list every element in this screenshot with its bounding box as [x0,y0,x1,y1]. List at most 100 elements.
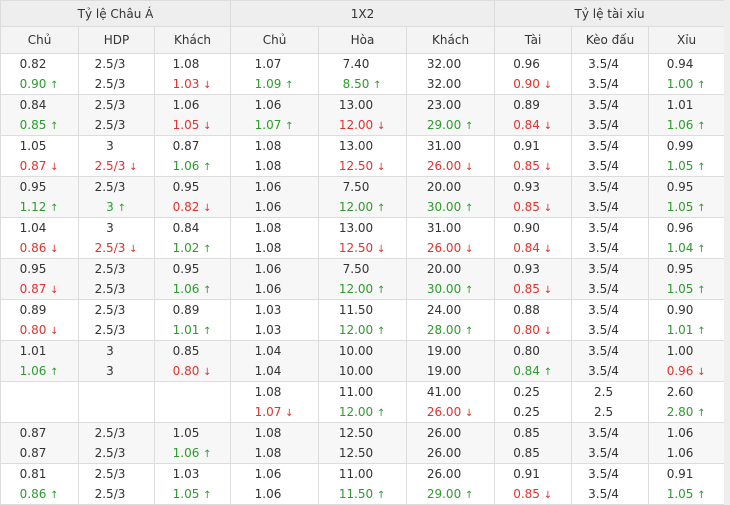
opening-odds: 23.00 [408,96,494,116]
odds-value: 1.06 [254,282,282,296]
odds-value: 2.5/3 [94,98,126,112]
odds-value: 0.82 [19,57,47,71]
odds-value: 0.80 [172,364,200,378]
current-odds: 1.06 [650,443,724,463]
odds-value: 3.5/4 [588,262,619,276]
current-odds: 30.00 ↑ [408,279,494,299]
odds-value: 12.00 [338,405,374,419]
odds-cell: 1.04 0.86 ↓ [0,217,79,259]
opening-odds: 3.5/4 [573,96,648,116]
odds-value: 8.50 [342,77,370,91]
odds-cell: 3.5/4 3.5/4 [571,135,650,177]
current-odds: 0.80 ↓ [2,320,78,340]
odds-value: 0.81 [19,467,47,481]
opening-odds: 0.91 [496,465,571,485]
odds-value: 26.00 [426,467,462,481]
arrow-down-icon: ↓ [203,80,212,91]
current-odds: 1.05 ↑ [650,197,724,217]
odds-value: 3.5/4 [588,139,619,153]
opening-odds: 0.95 [156,260,230,280]
odds-cell: 31.00 26.00 ↓ [406,217,496,259]
odds-value: 1.06 [172,159,200,173]
odds-value: 23.00 [426,98,462,112]
odds-value: 2.5/3 [94,180,126,194]
odds-cell: 33 [78,340,155,382]
current-odds: 29.00 ↑ [408,115,494,135]
opening-odds: 1.06 [232,465,318,485]
odds-cell: 0.90 0.84 ↓ [494,217,573,259]
odds-value: 20.00 [426,180,462,194]
odds-value: 0.94 [666,57,694,71]
odds-value: 3.5/4 [588,323,619,337]
odds-value: 0.84 [513,364,540,378]
odds-cell: 31.00 26.00 ↓ [406,135,496,177]
arrow-up-icon: ↑ [50,490,59,501]
odds-cell: 1.08 1.07 ↓ [230,381,320,423]
opening-odds: 26.00 [408,465,494,485]
opening-odds: 1.08 [232,383,318,403]
arrow-up-icon: ↑ [373,80,382,91]
odds-value: 1.00 [666,77,694,91]
odds-value: 3 [106,364,114,378]
odds-value: 26.00 [426,159,462,173]
odds-value: 1.09 [254,77,282,91]
odds-cell: 0.91 0.85 ↓ [494,135,573,177]
col-header-draw: Hòa [318,26,408,54]
opening-odds: 0.91 [650,465,724,485]
opening-odds: 3.5/4 [573,465,648,485]
odds-cell: 26.00 29.00 ↑ [406,463,496,505]
table-row: 0.87 0.87 2.5/3 2.5/3 1.05 1.06 ↑ 1.08 1.08 12.50… [0,422,726,464]
odds-value: 1.05 [666,487,694,501]
odds-value: 0.89 [513,98,540,112]
arrow-up-icon: ↑ [697,121,706,132]
odds-value: 1.01 [666,323,694,337]
arrow-down-icon: ↓ [203,203,212,214]
odds-value: 1.06 [172,98,200,112]
odds-cell: 1.06 1.06 [230,176,320,218]
current-odds: 8.50 ↑ [320,74,406,94]
current-odds: 0.87 ↓ [2,156,78,176]
odds-value: 0.89 [19,303,47,317]
current-odds: 1.00 ↑ [650,74,724,94]
odds-cell: 32.00 32.00 [406,53,496,95]
current-odds: 0.84 ↓ [496,238,571,258]
odds-value: 0.85 [513,426,540,440]
odds-cell: 2.60 2.80 ↑ [648,381,726,423]
odds-value: 0.85 [513,159,540,173]
odds-value: 2.5/3 [94,426,126,440]
opening-odds: 0.87 [2,424,78,444]
odds-value: 3.5/4 [588,180,619,194]
odds-value: 0.90 [513,221,540,235]
odds-value: 0.80 [19,323,47,337]
odds-value: 3.5/4 [588,344,619,358]
opening-odds: 13.00 [320,137,406,157]
current-odds: 3.5/4 [573,74,648,94]
odds-value: 0.84 [513,118,540,132]
opening-odds: 3.5/4 [573,219,648,239]
opening-odds: 0.91 [496,137,571,157]
current-odds: 3.5/4 [573,115,648,135]
odds-cell: 0.84 1.02 ↑ [153,217,232,259]
opening-odds: 1.08 [232,424,318,444]
table-row: 0.82 0.90 ↑ 2.5/3 2.5/3 1.08 1.03 ↓ 1.07 1.09 ↑ 7.4… [0,53,726,95]
current-odds: 2.5/3 [80,279,154,299]
current-odds: 28.00 ↑ [408,320,494,340]
current-odds: 3 ↑ [80,197,154,217]
odds-cell: 0.96 1.04 ↑ [648,217,726,259]
odds-cell: 3.5/4 3.5/4 [571,176,650,218]
odds-value: 1.08 [254,446,282,460]
current-odds: 12.00 ↑ [320,279,406,299]
opening-odds: 0.81 [2,465,78,485]
current-odds: 1.06 [232,197,318,217]
opening-odds: 13.00 [320,219,406,239]
current-odds: 1.03 ↓ [156,74,230,94]
current-odds [2,402,78,422]
current-odds: 1.06 ↑ [2,361,78,381]
arrow-down-icon: ↓ [697,367,706,378]
odds-value: 1.04 [254,364,282,378]
arrow-down-icon: ↓ [465,244,474,255]
odds-cell: 3.5/4 3.5/4 [571,94,650,136]
odds-value: 1.08 [254,221,282,235]
odds-cell: 1.00 0.96 ↓ [648,340,726,382]
opening-odds: 2.5/3 [80,301,154,321]
